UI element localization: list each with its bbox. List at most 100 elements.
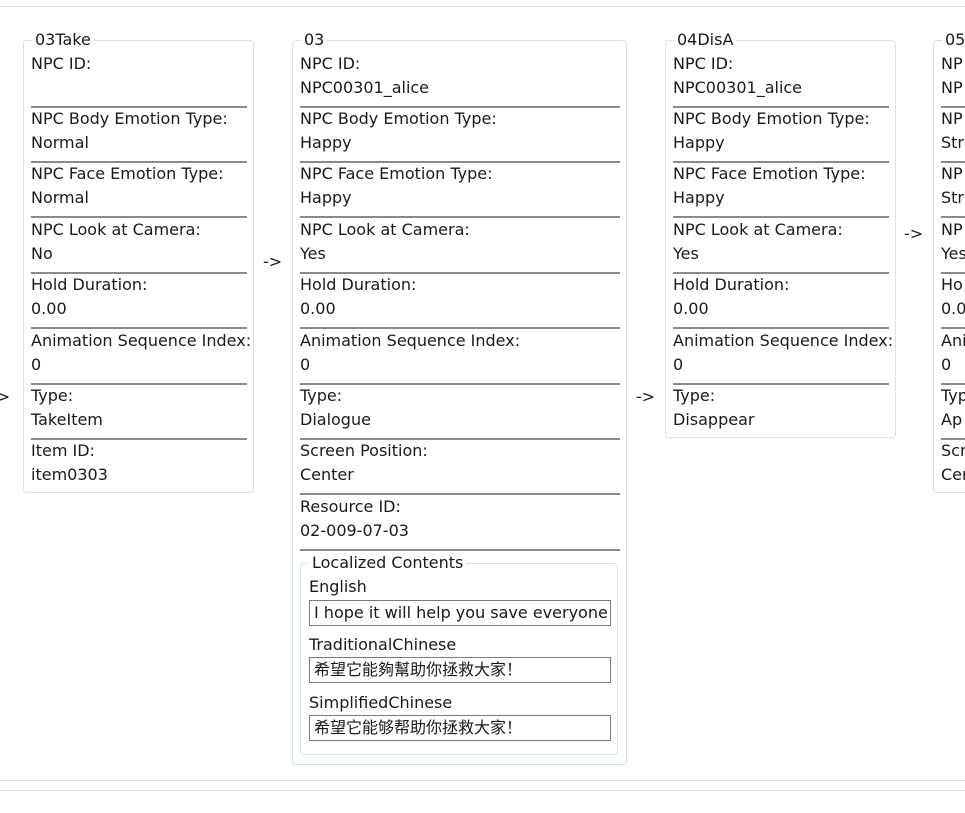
- field-npc-id[interactable]: NP NP: [941, 53, 965, 108]
- node-title: 03: [301, 31, 328, 49]
- field-animation-index[interactable]: Ani 0: [941, 330, 965, 385]
- localized-contents-group: Localized Contents English I hope it wil…: [300, 554, 618, 755]
- field-label: NPC Face Emotion Type:: [300, 164, 493, 183]
- field-hold-duration[interactable]: Hold Duration: 0.00: [31, 274, 247, 329]
- field-label: NPC Look at Camera:: [300, 220, 470, 239]
- field-npc-id[interactable]: NPC ID:: [31, 53, 247, 108]
- field-body-emotion[interactable]: NP Stri: [941, 108, 965, 163]
- field-item-id[interactable]: Item ID: item0303: [31, 440, 247, 495]
- field-look-at-camera[interactable]: NPC Look at Camera: Yes: [300, 219, 620, 274]
- field-screen-position[interactable]: Scr Cer: [941, 440, 965, 495]
- field-value: Yes: [673, 244, 699, 263]
- field-value: 0.00: [31, 299, 67, 318]
- field-value: NPC00301_alice: [300, 78, 430, 97]
- field-look-at-camera[interactable]: NP Yes: [941, 219, 965, 274]
- localized-contents-title: Localized Contents: [309, 554, 467, 572]
- field-animation-index[interactable]: Animation Sequence Index: 0: [673, 330, 893, 385]
- field-value: Happy: [673, 188, 725, 207]
- node-card-03take[interactable]: 03Take NPC ID: NPC Body Emotion Type: No…: [23, 31, 254, 495]
- field-label: Type:: [300, 386, 343, 405]
- field-body-emotion[interactable]: NPC Body Emotion Type: Normal: [31, 108, 247, 163]
- field-label: Animation Sequence Index:: [673, 331, 894, 350]
- node-card-05[interactable]: 05 NP NP NP Stri NP Stri NP Yes Ho 0.0 A…: [933, 31, 965, 495]
- node-card-03[interactable]: 03 NPC ID: NPC00301_alice NPC Body Emoti…: [292, 31, 627, 765]
- field-label: NPC ID:: [300, 54, 361, 73]
- field-value: Yes: [941, 244, 965, 263]
- field-value: 0: [673, 355, 684, 374]
- field-body-emotion[interactable]: NPC Body Emotion Type: Happy: [673, 108, 889, 163]
- field-value: Normal: [31, 188, 89, 207]
- field-label: NPC Face Emotion Type:: [31, 164, 224, 183]
- field-label: Type:: [673, 386, 716, 405]
- field-value: Cer: [941, 465, 965, 484]
- field-label: Resource ID:: [300, 497, 401, 516]
- field-hold-duration[interactable]: Hold Duration: 0.00: [673, 274, 889, 329]
- field-face-emotion[interactable]: NPC Face Emotion Type: Happy: [300, 163, 620, 218]
- language-label-english: English: [309, 577, 367, 596]
- field-value: No: [31, 244, 53, 263]
- field-type[interactable]: Typ Ap: [941, 385, 965, 440]
- field-label: NPC Body Emotion Type:: [673, 109, 870, 128]
- field-type[interactable]: Type: TakeItem: [31, 385, 247, 440]
- field-value: 0.00: [673, 299, 709, 318]
- field-type[interactable]: Type: Disappear: [673, 385, 889, 440]
- field-value: Center: [300, 465, 354, 484]
- field-value: Happy: [673, 133, 725, 152]
- node-card-04disa[interactable]: 04DisA NPC ID: NPC00301_alice NPC Body E…: [665, 31, 896, 440]
- field-npc-id[interactable]: NPC ID: NPC00301_alice: [673, 53, 889, 108]
- field-value: 0: [941, 355, 952, 374]
- field-npc-id[interactable]: NPC ID: NPC00301_alice: [300, 53, 620, 108]
- field-face-emotion[interactable]: NPC Face Emotion Type: Normal: [31, 163, 247, 218]
- text-field-english[interactable]: I hope it will help you save everyone!: [309, 600, 611, 626]
- field-screen-position[interactable]: Screen Position: Center: [300, 440, 620, 495]
- field-label: NPC Body Emotion Type:: [31, 109, 228, 128]
- field-look-at-camera[interactable]: NPC Look at Camera: No: [31, 219, 247, 274]
- field-label: NPC Body Emotion Type:: [300, 109, 497, 128]
- field-value: NP: [941, 78, 963, 97]
- field-label: NPC Face Emotion Type:: [673, 164, 866, 183]
- arrow-connector-2: ->: [636, 387, 656, 406]
- field-animation-index[interactable]: Animation Sequence Index: 0: [31, 330, 251, 385]
- field-value: Dialogue: [300, 410, 371, 429]
- field-type[interactable]: Type: Dialogue: [300, 385, 620, 440]
- field-label: NPC Look at Camera:: [673, 220, 843, 239]
- field-label: Hold Duration:: [300, 275, 417, 294]
- field-value: NPC00301_alice: [673, 78, 803, 97]
- field-face-emotion[interactable]: NP Stri: [941, 163, 965, 218]
- language-label-simplified-chinese: SimplifiedChinese: [309, 693, 453, 712]
- arrow-connector-1: ->: [263, 252, 283, 271]
- field-hold-duration[interactable]: Hold Duration: 0.00: [300, 274, 620, 329]
- field-look-at-camera[interactable]: NPC Look at Camera: Yes: [673, 219, 889, 274]
- node-title: 03Take: [32, 31, 94, 49]
- field-label: Screen Position:: [300, 441, 428, 460]
- field-value: item0303: [31, 465, 108, 484]
- field-label: Ani: [941, 331, 965, 350]
- arrow-partial-left: ->: [0, 387, 11, 406]
- field-face-emotion[interactable]: NPC Face Emotion Type: Happy: [673, 163, 889, 218]
- field-label: Ho: [941, 275, 963, 294]
- field-value: Happy: [300, 188, 352, 207]
- language-label-traditional-chinese: TraditionalChinese: [309, 635, 457, 654]
- field-label: Type:: [31, 386, 74, 405]
- field-label: Typ: [941, 386, 965, 405]
- field-animation-index[interactable]: Animation Sequence Index: 0: [300, 330, 620, 385]
- text-field-simplified-chinese[interactable]: 希望它能够帮助你拯救大家！: [309, 715, 611, 741]
- field-value: 02-009-07-03: [300, 521, 409, 540]
- text-field-traditional-chinese[interactable]: 希望它能夠幫助你拯救大家！: [309, 657, 611, 683]
- field-value: 0.0: [941, 299, 965, 318]
- field-label: Hold Duration:: [31, 275, 148, 294]
- field-label: NPC Look at Camera:: [31, 220, 201, 239]
- field-label: Item ID:: [31, 441, 95, 460]
- field-resource-id[interactable]: Resource ID: 02-009-07-03: [300, 496, 620, 551]
- field-label: NP: [941, 54, 963, 73]
- field-value: Normal: [31, 133, 89, 152]
- field-label: Hold Duration:: [673, 275, 790, 294]
- node-card-05-clip: 05 NP NP NP Stri NP Stri NP Yes Ho 0.0 A…: [930, 28, 965, 508]
- field-value: Ap: [941, 410, 963, 429]
- bottom-divider-2: [0, 790, 965, 791]
- field-hold-duration[interactable]: Ho 0.0: [941, 274, 965, 329]
- field-label: NP: [941, 164, 963, 183]
- field-body-emotion[interactable]: NPC Body Emotion Type: Happy: [300, 108, 620, 163]
- field-value: Happy: [300, 133, 352, 152]
- field-label: NP: [941, 109, 963, 128]
